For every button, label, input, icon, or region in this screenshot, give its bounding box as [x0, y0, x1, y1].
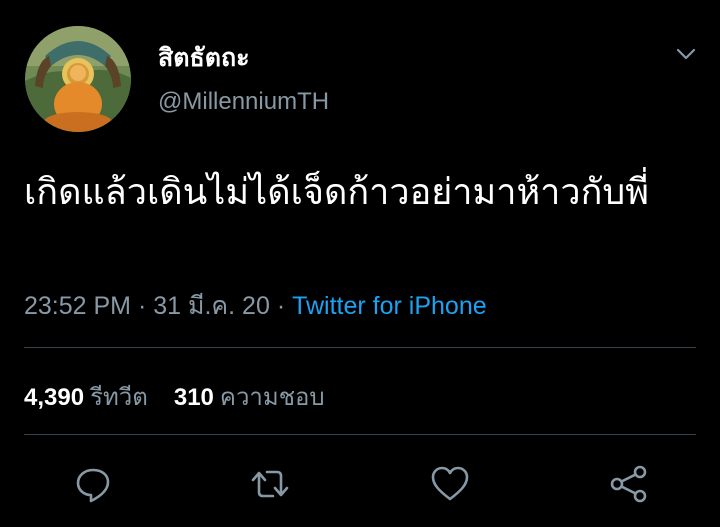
- tweet-source-link[interactable]: Twitter for iPhone: [292, 292, 487, 320]
- tweet-stats: 4,390 รีทวีต 310 ความชอบ: [24, 377, 325, 416]
- like-button[interactable]: [428, 462, 472, 506]
- divider: [24, 434, 696, 435]
- tweet-actions: [0, 462, 720, 512]
- author-handle[interactable]: @MillenniumTH: [158, 88, 329, 116]
- retweets-count: 4,390: [24, 384, 85, 411]
- reply-icon: [76, 468, 110, 503]
- retweet-button[interactable]: [248, 462, 292, 506]
- reply-button[interactable]: [71, 462, 115, 506]
- tweet-meta: 23:52 PM · 31 มี.ค. 20 · Twitter for iPh…: [24, 286, 487, 326]
- retweets-stat[interactable]: 4,390 รีทวีต: [24, 384, 148, 411]
- avatar[interactable]: [25, 26, 131, 132]
- share-icon: [610, 465, 647, 503]
- buddha-avatar-icon: [25, 26, 131, 132]
- tweet-time[interactable]: 23:52 PM: [24, 292, 131, 320]
- tweet: สิตธัตถะ @MillenniumTH เกิดแล้วเดินไม่ได…: [0, 0, 720, 527]
- author-display-name[interactable]: สิตธัตถะ: [158, 38, 250, 78]
- meta-separator: ·: [137, 292, 147, 320]
- retweets-label: รีทวีต: [90, 384, 148, 411]
- like-icon: [431, 466, 469, 501]
- share-button[interactable]: [607, 462, 651, 506]
- chevron-down-icon[interactable]: [674, 42, 698, 66]
- retweet-icon: [251, 470, 289, 498]
- divider: [24, 347, 696, 348]
- likes-count: 310: [173, 384, 214, 411]
- tweet-date[interactable]: 31 มี.ค. 20: [153, 292, 270, 320]
- meta-separator: ·: [276, 292, 286, 320]
- likes-stat[interactable]: 310 ความชอบ: [174, 384, 325, 411]
- tweet-text: เกิดแล้วเดินไม่ได้เจ็ดก้าวอย่ามาห้าวกับพ…: [24, 172, 649, 213]
- likes-label: ความชอบ: [219, 384, 325, 411]
